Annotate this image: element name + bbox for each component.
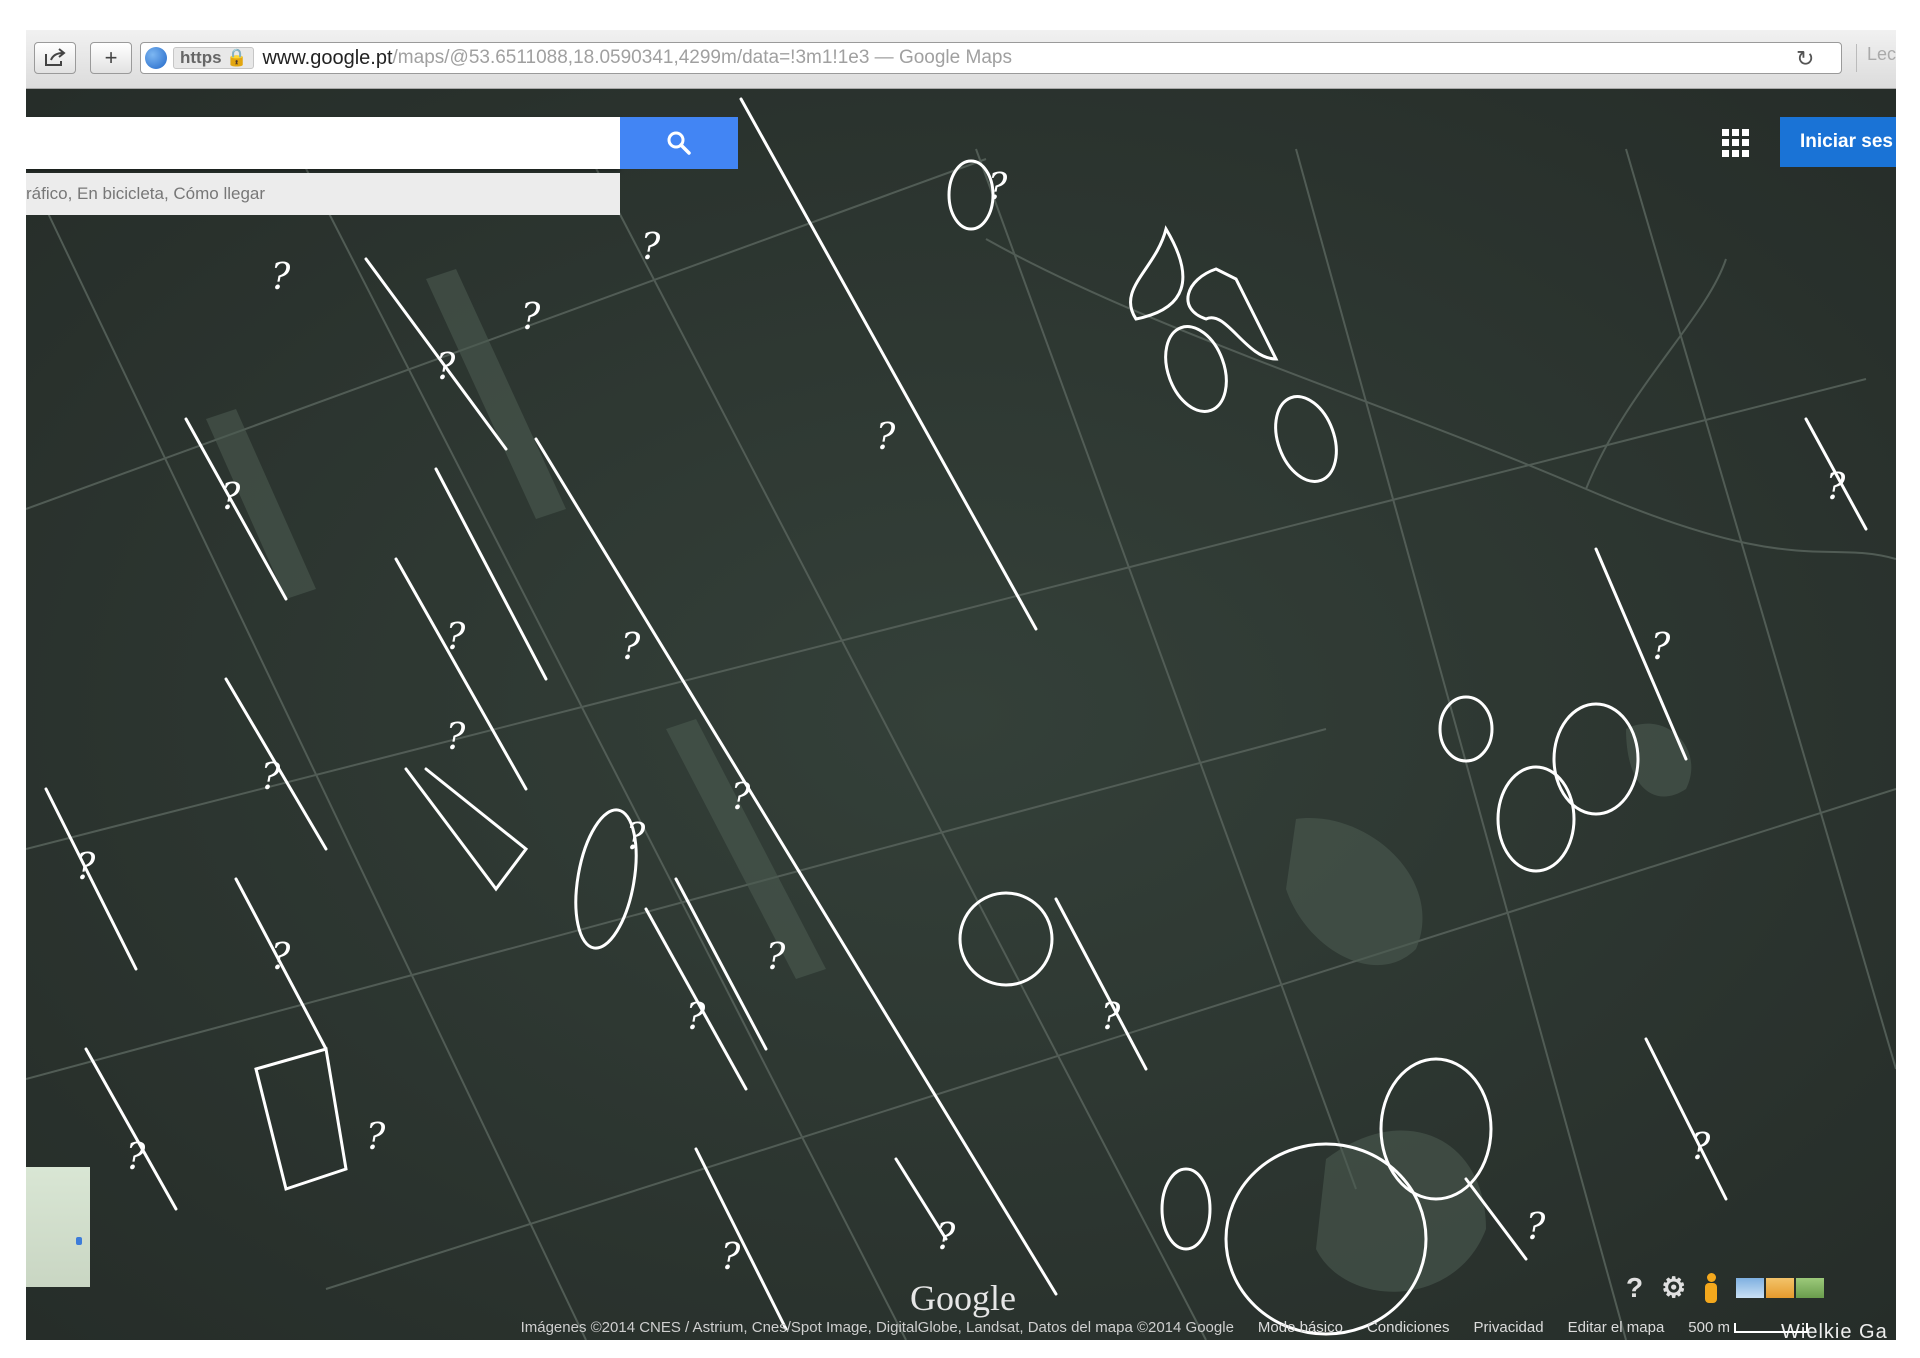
share-icon <box>45 48 66 66</box>
scale-label: 500 m <box>1688 1319 1730 1336</box>
question-mark: ? <box>731 777 751 818</box>
footer-link-edit-map[interactable]: Editar el mapa <box>1568 1319 1665 1336</box>
question-mark: ? <box>271 937 291 978</box>
map-controls: ? ⚙ <box>1626 1271 1825 1304</box>
question-mark: ? <box>261 757 281 798</box>
plus-icon: + <box>104 45 118 70</box>
scanned-page: + https 🔒 www.google.pt /maps/@53.651108… <box>26 30 1896 1340</box>
share-button[interactable] <box>34 42 76 74</box>
apps-grid-icon[interactable] <box>1722 129 1750 157</box>
satellite-map[interactable]: ? ? ? ? ? ? ? ? ? ? ? ? ? ? ? ? ? ? ? ? <box>26 89 1896 1340</box>
browser-toolbar: + https 🔒 www.google.pt /maps/@53.651108… <box>26 30 1896 89</box>
question-mark: ? <box>1691 1127 1711 1168</box>
footer-link-terms[interactable]: Condiciones <box>1367 1319 1450 1336</box>
search-icon <box>667 131 691 155</box>
question-mark: ? <box>1526 1207 1546 1248</box>
search-input[interactable] <box>26 117 614 167</box>
url-domain: www.google.pt <box>262 46 393 69</box>
google-logo: Google <box>910 1278 1016 1318</box>
reader-button[interactable]: Lecto <box>1856 44 1896 72</box>
https-badge: https 🔒 <box>173 47 255 69</box>
scale-line <box>1734 1322 1808 1333</box>
footer-link-privacy[interactable]: Privacidad <box>1474 1319 1544 1336</box>
map-canvas[interactable]: ? ? ? ? ? ? ? ? ? ? ? ? ? ? ? ? ? ? ? ? <box>26 89 1896 1340</box>
url-path: /maps/@53.6511088,18.0590341,4299m/data=… <box>392 47 1012 68</box>
question-mark: ? <box>521 297 541 338</box>
location-marker-icon <box>76 1237 82 1245</box>
search-box[interactable] <box>26 117 620 169</box>
footer-link-basic-mode[interactable]: Modo básico <box>1258 1319 1343 1336</box>
address-bar[interactable]: https 🔒 www.google.pt /maps/@53.6511088,… <box>140 42 1842 74</box>
terrain <box>26 89 1896 1340</box>
earth-toggle-minimap[interactable] <box>26 1167 90 1287</box>
layers-icon[interactable] <box>1736 1277 1825 1298</box>
question-mark: ? <box>126 1137 146 1178</box>
question-mark: ? <box>1826 467 1846 508</box>
question-mark: ? <box>766 937 786 978</box>
question-mark: ? <box>721 1237 741 1278</box>
help-icon[interactable]: ? <box>1626 1272 1643 1304</box>
reload-icon[interactable]: ↻ <box>1796 46 1814 72</box>
question-mark: ? <box>686 997 706 1038</box>
question-mark: ? <box>271 257 291 298</box>
search-button[interactable] <box>620 117 738 169</box>
scale-bar[interactable]: 500 m <box>1688 1319 1808 1336</box>
attribution: Imágenes ©2014 CNES / Astrium, Cnes/Spot… <box>520 1319 1234 1336</box>
question-mark: ? <box>446 717 466 758</box>
question-mark: ? <box>1101 997 1121 1038</box>
question-mark: ? <box>446 617 466 658</box>
new-tab-button[interactable]: + <box>90 42 132 74</box>
question-mark: ? <box>641 227 661 268</box>
question-mark: ? <box>1651 627 1671 668</box>
question-mark: ? <box>876 417 896 458</box>
globe-icon <box>145 47 167 69</box>
pegman-icon[interactable] <box>1704 1272 1718 1303</box>
question-mark: ? <box>76 847 96 888</box>
question-mark: ? <box>621 627 641 668</box>
question-mark: ? <box>936 1217 956 1258</box>
signin-button[interactable]: Iniciar ses <box>1780 117 1896 167</box>
question-mark: ? <box>626 817 646 858</box>
gear-icon[interactable]: ⚙ <box>1661 1271 1686 1304</box>
map-footer: Imágenes ©2014 CNES / Astrium, Cnes/Spot… <box>26 1315 1896 1340</box>
question-mark: ? <box>221 477 241 518</box>
question-mark: ? <box>366 1117 386 1158</box>
question-mark: ? <box>988 167 1008 208</box>
search-mode-hint[interactable]: ráfico, En bicicleta, Cómo llegar <box>26 173 620 215</box>
question-mark: ? <box>436 347 456 388</box>
